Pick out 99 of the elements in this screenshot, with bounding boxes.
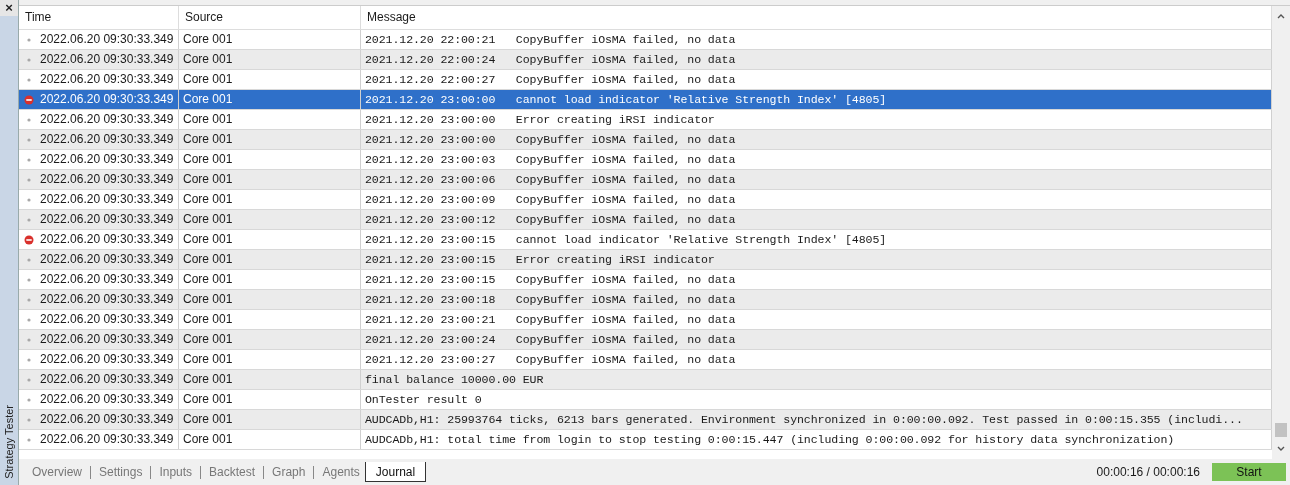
tab[interactable]: Agents — [317, 462, 365, 482]
message-cell-text: final balance 10000.00 EUR — [365, 372, 544, 388]
time-cell-text: 2022.06.20 09:30:33.349 — [40, 51, 174, 68]
message-cell-text: AUDCADb,H1: total time from login to stop testing 0:00:15.447 (including 0:00:00.092 for history data synchronization) — [365, 432, 1175, 448]
log-row[interactable]: 2022.06.20 09:30:33.349 Core 001 2021.12.20 23:00:12 CopyBuffer iOsMA failed, no data — [19, 210, 1272, 230]
log-row[interactable]: 2022.06.20 09:30:33.349 Core 001 final balance 10000.00 EUR — [19, 370, 1272, 390]
column-header[interactable]: Time — [19, 6, 179, 29]
log-row[interactable]: 2022.06.20 09:30:33.349 Core 001 2021.12.20 23:00:06 CopyBuffer iOsMA failed, no data — [19, 170, 1272, 190]
message-cell-text: 2021.12.20 23:00:03 CopyBuffer iOsMA failed, no data — [365, 152, 736, 168]
message-cell-text: 2021.12.20 22:00:21 CopyBuffer iOsMA failed, no data — [365, 32, 736, 48]
log-row[interactable]: 2022.06.20 09:30:33.349 Core 001 2021.12.20 23:00:15 CopyBuffer iOsMA failed, no data — [19, 270, 1272, 290]
source-cell-text: Core 001 — [183, 71, 233, 88]
time-cell-text: 2022.06.20 09:30:33.349 — [40, 351, 174, 368]
source-cell-text: Core 001 — [183, 391, 233, 408]
source-cell-text: Core 001 — [183, 211, 233, 228]
time-cell-text: 2022.06.20 09:30:33.349 — [40, 131, 174, 148]
tab[interactable]: Graph — [267, 462, 311, 482]
message-cell-text: 2021.12.20 23:00:09 CopyBuffer iOsMA failed, no data — [365, 192, 736, 208]
time-cell-text: 2022.06.20 09:30:33.349 — [40, 271, 174, 288]
source-cell-text: Core 001 — [183, 91, 233, 108]
tab[interactable]: Overview — [27, 462, 87, 482]
message-cell-text: 2021.12.20 23:00:15 Error creating iRSI indicator — [365, 252, 715, 268]
close-button[interactable]: × — [0, 0, 18, 16]
time-cell-text: 2022.06.20 09:30:33.349 — [40, 171, 174, 188]
message-cell-text: 2021.12.20 23:00:21 CopyBuffer iOsMA failed, no data — [365, 312, 736, 328]
log-row[interactable]: 2022.06.20 09:30:33.349 Core 001 2021.12.20 23:00:15 Error creating iRSI indicator — [19, 250, 1272, 270]
time-cell-text: 2022.06.20 09:30:33.349 — [40, 391, 174, 408]
log-row[interactable]: 2022.06.20 09:30:33.349 Core 001 2021.12.20 23:00:27 CopyBuffer iOsMA failed, no data — [19, 350, 1272, 370]
column-header[interactable]: Source — [179, 6, 361, 29]
log-row[interactable]: 2022.06.20 09:30:33.349 Core 001 2021.12.20 23:00:03 CopyBuffer iOsMA failed, no data — [19, 150, 1272, 170]
time-cell-text: 2022.06.20 09:30:33.349 — [40, 371, 174, 388]
source-cell-text: Core 001 — [183, 191, 233, 208]
source-cell-text: Core 001 — [183, 171, 233, 188]
log-row[interactable]: 2022.06.20 09:30:33.349 Core 001 2021.12.20 23:00:00 Error creating iRSI indicator — [19, 110, 1272, 130]
log-row[interactable]: 2022.06.20 09:30:33.349 Core 001 2021.12.20 22:00:24 CopyBuffer iOsMA failed, no data — [19, 50, 1272, 70]
elapsed-time: 00:00:16 / 00:00:16 — [1096, 465, 1200, 479]
source-cell-text: Core 001 — [183, 51, 233, 68]
log-row[interactable]: 2022.06.20 09:30:33.349 Core 001 OnTester result 0 — [19, 390, 1272, 410]
message-cell-text: 2021.12.20 23:00:24 CopyBuffer iOsMA failed, no data — [365, 332, 736, 348]
log-row[interactable]: 2022.06.20 09:30:33.349 Core 001 2021.12.20 22:00:27 CopyBuffer iOsMA failed, no data — [19, 70, 1272, 90]
source-cell-text: Core 001 — [183, 291, 233, 308]
message-cell-text: 2021.12.20 23:00:00 CopyBuffer iOsMA failed, no data — [365, 132, 736, 148]
message-cell-text: OnTester result 0 — [365, 392, 482, 408]
log-row[interactable]: 2022.06.20 09:30:33.349 Core 001 2021.12.20 23:00:21 CopyBuffer iOsMA failed, no data — [19, 310, 1272, 330]
scroll-thumb[interactable] — [1275, 423, 1287, 438]
message-cell-text: 2021.12.20 22:00:27 CopyBuffer iOsMA failed, no data — [365, 72, 736, 88]
time-cell-text: 2022.06.20 09:30:33.349 — [40, 91, 174, 108]
tab[interactable]: Backtest — [204, 462, 261, 482]
message-cell-text: 2021.12.20 23:00:15 cannot load indicator 'Relative Strength Index' [4805] — [365, 232, 887, 248]
time-cell-text: 2022.06.20 09:30:33.349 — [40, 251, 174, 268]
source-cell-text: Core 001 — [183, 251, 233, 268]
start-button[interactable]: Start — [1212, 463, 1286, 481]
time-cell-text: 2022.06.20 09:30:33.349 — [40, 191, 174, 208]
log-row[interactable]: 2022.06.20 09:30:33.349 Core 001 2021.12.20 23:00:09 CopyBuffer iOsMA failed, no data — [19, 190, 1272, 210]
log-row[interactable]: 2022.06.20 09:30:33.349 Core 001 AUDCADb,H1: total time from login to stop testing 0:00:15.447 (including 0:00:00.092 for history data synchronization) — [19, 430, 1272, 450]
message-cell-text: 2021.12.20 23:00:18 CopyBuffer iOsMA failed, no data — [365, 292, 736, 308]
source-cell-text: Core 001 — [183, 131, 233, 148]
log-row[interactable]: 2022.06.20 09:30:33.349 Core 001 2021.12.20 23:00:24 CopyBuffer iOsMA failed, no data — [19, 330, 1272, 350]
log-row[interactable]: 2022.06.20 09:30:33.349 Core 001 2021.12.20 22:00:21 CopyBuffer iOsMA failed, no data — [19, 30, 1272, 50]
source-cell-text: Core 001 — [183, 351, 233, 368]
scrollbar[interactable] — [1272, 6, 1290, 460]
log-row[interactable]: 2022.06.20 09:30:33.349 Core 001 AUDCADb,H1: 25993764 ticks, 6213 bars generated. Environment synchronized in 0:00:00.092. Test passed in 0:00:15.355 (includi... — [19, 410, 1272, 430]
log-row[interactable]: 2022.06.20 09:30:33.349 Core 001 2021.12.20 23:00:15 cannot load indicator 'Relative Strength Index' [4805] — [19, 230, 1272, 250]
source-cell-text: Core 001 — [183, 311, 233, 328]
log-row[interactable]: 2022.06.20 09:30:33.349 Core 001 2021.12.20 23:00:00 CopyBuffer iOsMA failed, no data — [19, 130, 1272, 150]
message-cell-text: 2021.12.20 23:00:27 CopyBuffer iOsMA failed, no data — [365, 352, 736, 368]
time-cell-text: 2022.06.20 09:30:33.349 — [40, 331, 174, 348]
message-cell-text: AUDCADb,H1: 25993764 ticks, 6213 bars generated. Environment synchronized in 0:00:00.092. Test passed in 0:00:15.355 (includi... — [365, 412, 1243, 428]
time-cell-text: 2022.06.20 09:30:33.349 — [40, 111, 174, 128]
message-cell-text: 2021.12.20 23:00:00 Error creating iRSI indicator — [365, 112, 715, 128]
message-cell-text: 2021.12.20 23:00:00 cannot load indicator 'Relative Strength Index' [4805] — [365, 92, 887, 108]
message-cell-text: 2021.12.20 23:00:06 CopyBuffer iOsMA failed, no data — [365, 172, 736, 188]
tab[interactable]: Journal — [364, 462, 427, 482]
message-cell-text: 2021.12.20 22:00:24 CopyBuffer iOsMA failed, no data — [365, 52, 736, 68]
panel-title: Strategy Tester — [3, 405, 15, 479]
time-cell-text: 2022.06.20 09:30:33.349 — [40, 231, 174, 248]
time-cell-text: 2022.06.20 09:30:33.349 — [40, 31, 174, 48]
source-cell-text: Core 001 — [183, 151, 233, 168]
source-cell-text: Core 001 — [183, 111, 233, 128]
time-cell-text: 2022.06.20 09:30:33.349 — [40, 411, 174, 428]
source-cell-text: Core 001 — [183, 431, 233, 448]
source-cell-text: Core 001 — [183, 271, 233, 288]
tab[interactable]: Settings — [94, 462, 148, 482]
time-cell-text: 2022.06.20 09:30:33.349 — [40, 291, 174, 308]
source-cell-text: Core 001 — [183, 371, 233, 388]
time-cell-text: 2022.06.20 09:30:33.349 — [40, 211, 174, 228]
message-cell-text: 2021.12.20 23:00:15 CopyBuffer iOsMA failed, no data — [365, 272, 736, 288]
time-cell-text: 2022.06.20 09:30:33.349 — [40, 431, 174, 448]
source-cell-text: Core 001 — [183, 31, 233, 48]
log-row[interactable]: 2022.06.20 09:30:33.349 Core 001 2021.12.20 23:00:00 cannot load indicator 'Relative Strength Index' [4805] — [19, 90, 1272, 110]
source-cell-text: Core 001 — [183, 331, 233, 348]
time-cell-text: 2022.06.20 09:30:33.349 — [40, 151, 174, 168]
tab[interactable]: Inputs — [154, 462, 198, 482]
time-cell-text: 2022.06.20 09:30:33.349 — [40, 311, 174, 328]
source-cell-text: Core 001 — [183, 411, 233, 428]
message-cell-text: 2021.12.20 23:00:12 CopyBuffer iOsMA failed, no data — [365, 212, 736, 228]
time-cell-text: 2022.06.20 09:30:33.349 — [40, 71, 174, 88]
log-row[interactable]: 2022.06.20 09:30:33.349 Core 001 2021.12.20 23:00:18 CopyBuffer iOsMA failed, no data — [19, 290, 1272, 310]
source-cell-text: Core 001 — [183, 231, 233, 248]
